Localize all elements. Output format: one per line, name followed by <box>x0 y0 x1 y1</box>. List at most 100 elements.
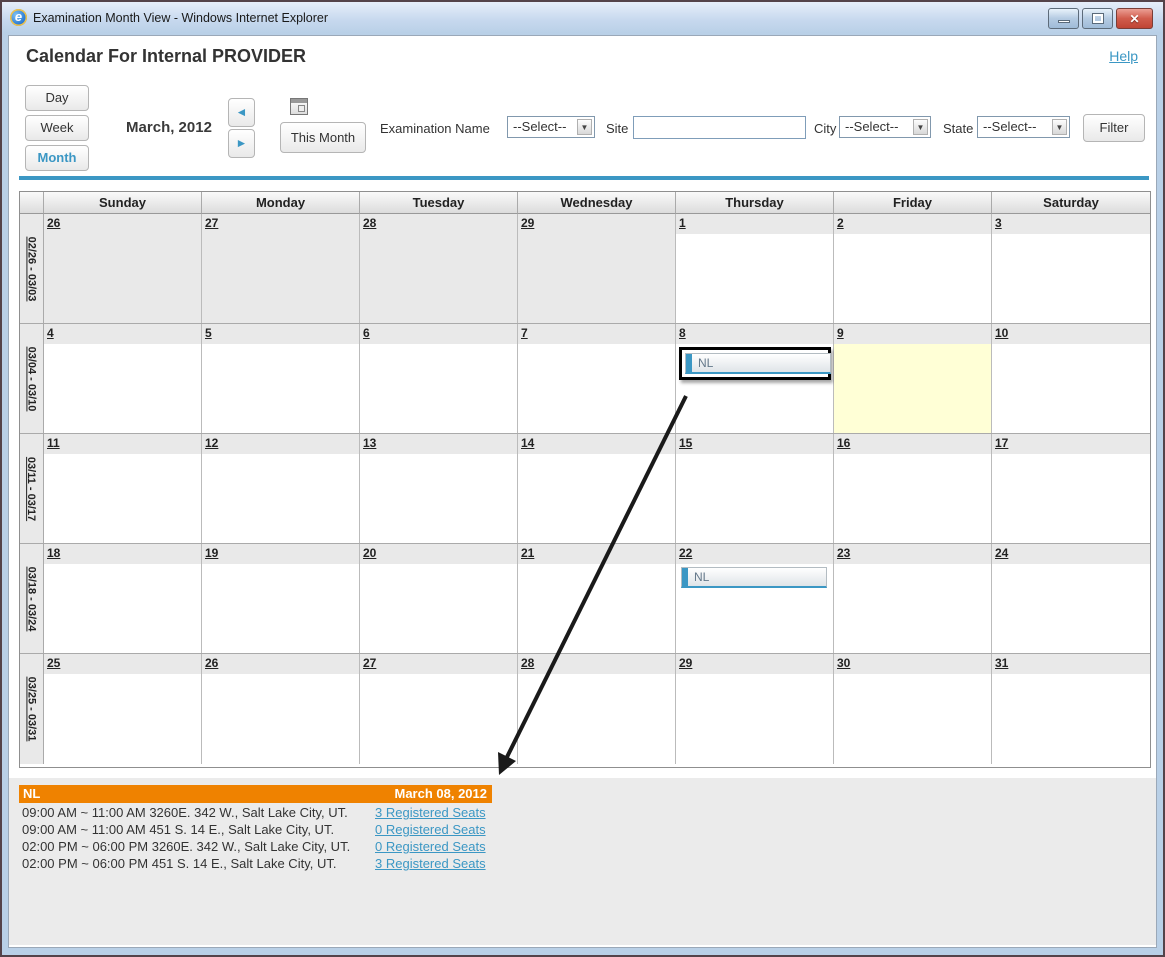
date-link[interactable]: 4 <box>47 326 201 340</box>
date-link[interactable]: 8 <box>679 326 833 340</box>
city-select[interactable]: --Select-- ▼ <box>839 116 931 138</box>
day-cell-12[interactable]: 12 <box>202 434 360 543</box>
day-cell-20[interactable]: 20 <box>360 544 518 653</box>
date-link[interactable]: 24 <box>995 546 1150 560</box>
day-cell-2[interactable]: 2 <box>834 214 992 323</box>
date-link[interactable]: 26 <box>47 216 201 230</box>
date-link[interactable]: 3 <box>995 216 1150 230</box>
date-link[interactable]: 27 <box>205 216 359 230</box>
event-chip[interactable]: NL <box>685 353 831 374</box>
week-range-link[interactable]: 03/18 - 03/24 <box>26 566 38 631</box>
day-cell-27[interactable]: 27 <box>202 214 360 323</box>
day-cell-6[interactable]: 6 <box>360 324 518 433</box>
date-link[interactable]: 31 <box>995 656 1150 670</box>
minimize-button[interactable] <box>1048 8 1079 29</box>
date-link[interactable]: 1 <box>679 216 833 230</box>
day-cell-1[interactable]: 1 <box>676 214 834 323</box>
date-link[interactable]: 20 <box>363 546 517 560</box>
filter-button[interactable]: Filter <box>1083 114 1145 142</box>
day-cell-21[interactable]: 21 <box>518 544 676 653</box>
date-link[interactable]: 21 <box>521 546 675 560</box>
day-cell-25[interactable]: 25 <box>44 654 202 764</box>
date-link[interactable]: 2 <box>837 216 991 230</box>
close-button[interactable]: ✕ <box>1116 8 1153 29</box>
week-range-link[interactable]: 02/26 - 03/03 <box>26 236 38 301</box>
page-title: Calendar For Internal PROVIDER <box>26 46 306 67</box>
date-link[interactable]: 29 <box>521 216 675 230</box>
date-link[interactable]: 13 <box>363 436 517 450</box>
date-link[interactable]: 16 <box>837 436 991 450</box>
day-cell-19[interactable]: 19 <box>202 544 360 653</box>
date-link[interactable]: 14 <box>521 436 675 450</box>
date-link[interactable]: 25 <box>47 656 201 670</box>
week-view-button[interactable]: Week <box>25 115 89 141</box>
date-link[interactable]: 26 <box>205 656 359 670</box>
date-link[interactable]: 22 <box>679 546 833 560</box>
date-link[interactable]: 10 <box>995 326 1150 340</box>
day-cell-body <box>834 564 991 653</box>
examination-name-select[interactable]: --Select-- ▼ <box>507 116 595 138</box>
date-link[interactable]: 11 <box>47 436 201 450</box>
day-cell-13[interactable]: 13 <box>360 434 518 543</box>
day-cell-31[interactable]: 31 <box>992 654 1150 764</box>
day-cell-22[interactable]: 22 NL <box>676 544 834 653</box>
next-month-button[interactable]: ► <box>228 129 255 158</box>
day-cell-24[interactable]: 24 <box>992 544 1150 653</box>
maximize-button[interactable] <box>1082 8 1113 29</box>
week-range-link[interactable]: 03/11 - 03/17 <box>26 456 38 520</box>
date-link[interactable]: 17 <box>995 436 1150 450</box>
registered-seats-link[interactable]: 3 Registered Seats <box>375 856 486 871</box>
date-link[interactable]: 6 <box>363 326 517 340</box>
day-cell-8[interactable]: 8 NL <box>676 324 834 433</box>
date-link[interactable]: 15 <box>679 436 833 450</box>
day-cell-17[interactable]: 17 <box>992 434 1150 543</box>
date-link[interactable]: 12 <box>205 436 359 450</box>
day-cell-body <box>518 674 675 764</box>
day-cell-11[interactable]: 11 <box>44 434 202 543</box>
date-link[interactable]: 27 <box>363 656 517 670</box>
day-cell-3[interactable]: 3 <box>992 214 1150 323</box>
date-link[interactable]: 7 <box>521 326 675 340</box>
day-cell-10[interactable]: 10 <box>992 324 1150 433</box>
day-cell-23[interactable]: 23 <box>834 544 992 653</box>
site-input[interactable] <box>633 116 806 139</box>
previous-month-button[interactable]: ◄ <box>228 98 255 127</box>
help-link[interactable]: Help <box>1109 48 1138 64</box>
day-cell-9[interactable]: 9 <box>834 324 992 433</box>
day-cell-15[interactable]: 15 <box>676 434 834 543</box>
week-range-link[interactable]: 03/04 - 03/10 <box>26 346 38 411</box>
state-select[interactable]: --Select-- ▼ <box>977 116 1070 138</box>
registered-seats-link[interactable]: 3 Registered Seats <box>375 805 486 820</box>
date-link[interactable]: 28 <box>521 656 675 670</box>
date-link[interactable]: 28 <box>363 216 517 230</box>
day-cell-5[interactable]: 5 <box>202 324 360 433</box>
day-cell-4[interactable]: 4 <box>44 324 202 433</box>
date-link[interactable]: 9 <box>837 326 991 340</box>
day-cell-28[interactable]: 28 <box>360 214 518 323</box>
week-range-link[interactable]: 03/25 - 03/31 <box>26 677 38 742</box>
day-cell-26[interactable]: 26 <box>202 654 360 764</box>
this-month-button[interactable]: This Month <box>280 122 366 153</box>
day-cell-27[interactable]: 27 <box>360 654 518 764</box>
date-link[interactable]: 18 <box>47 546 201 560</box>
day-cell-14[interactable]: 14 <box>518 434 676 543</box>
date-link[interactable]: 30 <box>837 656 991 670</box>
registered-seats-link[interactable]: 0 Registered Seats <box>375 839 486 854</box>
date-link[interactable]: 23 <box>837 546 991 560</box>
day-cell-28[interactable]: 28 <box>518 654 676 764</box>
month-view-button[interactable]: Month <box>25 145 89 171</box>
date-link[interactable]: 19 <box>205 546 359 560</box>
day-cell-26[interactable]: 26 <box>44 214 202 323</box>
event-chip[interactable]: NL <box>681 567 827 588</box>
day-cell-29[interactable]: 29 <box>676 654 834 764</box>
day-cell-30[interactable]: 30 <box>834 654 992 764</box>
day-view-button[interactable]: Day <box>25 85 89 111</box>
day-cell-7[interactable]: 7 <box>518 324 676 433</box>
day-cell-29[interactable]: 29 <box>518 214 676 323</box>
day-cell-16[interactable]: 16 <box>834 434 992 543</box>
day-cell-18[interactable]: 18 <box>44 544 202 653</box>
registered-seats-link[interactable]: 0 Registered Seats <box>375 822 486 837</box>
date-link[interactable]: 29 <box>679 656 833 670</box>
date-strip: 20 <box>360 544 517 564</box>
date-link[interactable]: 5 <box>205 326 359 340</box>
